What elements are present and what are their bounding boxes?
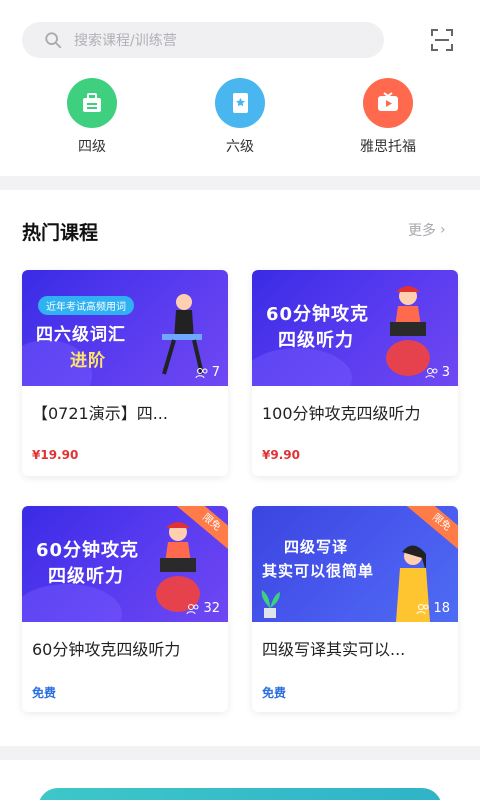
thumb-line2: 其实可以很简单	[262, 562, 375, 580]
learner-count-value: 7	[211, 365, 220, 380]
learner-count: 32	[186, 601, 220, 616]
certificate-icon	[215, 78, 265, 128]
course-price: 免费	[262, 686, 287, 700]
course-price: ¥9.90	[262, 448, 300, 462]
thumb-line1: 四级写译	[284, 538, 349, 556]
hot-courses-section: 热门课程 更多 › 近年考试高频用词 四六级词汇 进阶 7 【0721演示】四.…	[0, 190, 480, 746]
learner-count: 7	[195, 365, 220, 380]
promo-section	[0, 760, 480, 800]
section-title: 热门课程	[22, 222, 99, 244]
thumb-line2: 四级听力	[48, 566, 124, 587]
search-bar[interactable]: 搜索课程/训练营	[22, 22, 384, 58]
plant-illustration	[261, 590, 280, 618]
learner-count-value: 32	[203, 601, 220, 616]
more-link[interactable]: 更多 ›	[408, 220, 446, 240]
people-icon	[186, 603, 199, 614]
people-icon	[425, 367, 438, 378]
course-price: ¥19.90	[32, 448, 79, 462]
course-title: 60分钟攻克四级听力	[32, 640, 181, 659]
learner-count-value: 18	[433, 601, 450, 616]
thumb-subtitle: 近年考试高频用词	[38, 296, 134, 315]
course-thumbnail: 60分钟攻克 四级听力 限免 32	[22, 506, 228, 622]
people-icon	[416, 603, 429, 614]
person-illustration	[386, 286, 430, 376]
category-cet6[interactable]: 六级	[190, 78, 290, 156]
category-label: 四级	[78, 139, 106, 155]
course-card[interactable]: 60分钟攻克 四级听力 3 100分钟攻克四级听力 ¥9.90	[252, 270, 458, 476]
category-nav: 四级 六级 雅思托福	[0, 78, 480, 158]
course-title: 【0721演示】四...	[32, 404, 168, 423]
course-title: 100分钟攻克四级听力	[262, 404, 421, 423]
header-area: 搜索课程/训练营 四级 六级 雅思托福	[0, 0, 480, 176]
search-placeholder: 搜索课程/训练营	[74, 33, 177, 49]
thumb-line1: 60分钟攻克	[266, 304, 370, 325]
people-icon	[195, 367, 208, 378]
person-illustration	[156, 522, 200, 612]
learner-count: 18	[416, 601, 450, 616]
course-thumbnail: 60分钟攻克 四级听力 3	[252, 270, 458, 386]
thumb-line1: 60分钟攻克	[36, 540, 140, 561]
learner-count: 3	[425, 365, 450, 380]
tv-play-icon	[363, 78, 413, 128]
chevron-right-icon: ›	[440, 222, 446, 238]
thumb-line2: 四级听力	[278, 330, 354, 351]
course-title: 四级写译其实可以...	[262, 640, 406, 659]
course-card[interactable]: 四级写译 其实可以很简单 限免 18 四级写译其实可以... 免费	[252, 506, 458, 712]
thumb-line1: 四六级词汇	[36, 325, 126, 345]
learner-count-value: 3	[441, 365, 450, 380]
promo-banner[interactable]	[38, 788, 442, 800]
category-cet4[interactable]: 四级	[42, 78, 142, 156]
course-card[interactable]: 60分钟攻克 四级听力 限免 32 60分钟攻克四级听力 免费	[22, 506, 228, 712]
course-price: 免费	[32, 686, 57, 700]
category-label: 六级	[226, 139, 254, 155]
course-thumbnail: 四级写译 其实可以很简单 限免 18	[252, 506, 458, 622]
category-ielts-toefl[interactable]: 雅思托福	[338, 78, 438, 156]
search-icon	[45, 32, 62, 49]
scan-icon[interactable]	[430, 28, 454, 52]
course-card[interactable]: 近年考试高频用词 四六级词汇 进阶 7 【0721演示】四... ¥19.90	[22, 270, 228, 476]
more-label: 更多	[408, 223, 436, 239]
category-label: 雅思托福	[360, 139, 416, 155]
thumb-line2: 进阶	[70, 351, 106, 371]
course-thumbnail: 近年考试高频用词 四六级词汇 进阶 7	[22, 270, 228, 386]
briefcase-icon	[67, 78, 117, 128]
